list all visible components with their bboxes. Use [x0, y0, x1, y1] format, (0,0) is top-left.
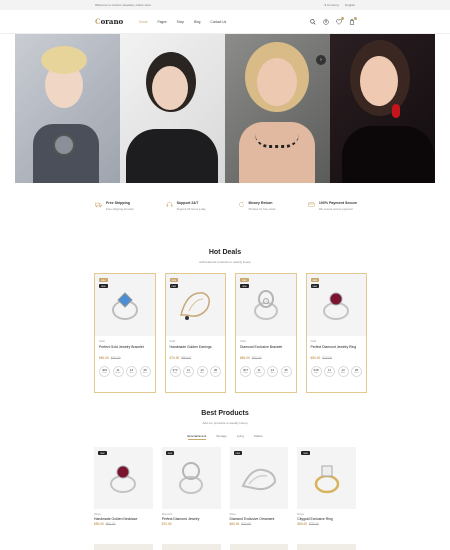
hot-deals-grid: sale new Gold Perfect Gold Jewelry Bracel…: [94, 273, 367, 393]
product-image[interactable]: sale new: [306, 274, 366, 336]
refresh-icon: [238, 201, 244, 207]
product-name[interactable]: Citygold Exclusive Ring: [297, 517, 356, 521]
ring-icon: [179, 462, 204, 494]
tab-lying[interactable]: Lying: [237, 434, 244, 440]
feature-secure: 100% Payment Secure We ensure secure paym…: [308, 201, 357, 211]
hero-banner: [15, 34, 435, 183]
new-badge: new: [310, 284, 320, 289]
currency-selector[interactable]: $ Currency: [324, 3, 339, 7]
product-card[interactable]: new Rings Citygold Exclusive Ring $60.00…: [297, 447, 356, 526]
sale-badge: sale: [169, 278, 179, 283]
nav-pages[interactable]: Pages: [158, 20, 167, 24]
product-name[interactable]: Perfect Diamond Jewelry: [162, 517, 221, 521]
countdown: 338 Days 11 Hours 13 Mins 35 Secs: [310, 365, 362, 377]
hero-model-1: [15, 34, 120, 183]
feature-shipping: Free Shipping Free shipping all order: [95, 201, 134, 211]
hero-next-arrow[interactable]: ›: [316, 55, 326, 65]
tab-entertainment[interactable]: Entertainment: [187, 434, 207, 440]
product-image[interactable]: new: [229, 447, 289, 509]
new-badge: new: [233, 451, 243, 456]
cart-icon[interactable]: [349, 16, 357, 25]
ring-icon: [253, 290, 278, 320]
ruby-ring-icon: [323, 292, 350, 320]
hero-model-3: [225, 34, 330, 183]
deal-card[interactable]: sale new Gold Handmade Golden Earrings $7…: [164, 273, 226, 393]
tab-tables[interactable]: Tables: [254, 434, 263, 440]
earring-icon: [180, 292, 211, 320]
welcome-text: Welcome to Corano Jewellery online store: [95, 3, 152, 7]
best-products-subtitle: Add our products to weekly lineup: [202, 421, 248, 425]
new-badge: new: [240, 284, 249, 289]
nav-shop[interactable]: Shop: [177, 20, 184, 24]
sale-badge: sale: [99, 278, 108, 283]
best-products-title: Best Products: [201, 410, 249, 417]
new-badge: new: [99, 284, 108, 289]
nav-blog[interactable]: Blog: [194, 20, 200, 24]
ruby-ring-icon: [110, 465, 137, 493]
hero-model-4: [330, 34, 435, 183]
wishlist-icon[interactable]: [336, 16, 344, 25]
deal-card[interactable]: sale new Gold Perfect Gold Jewelry Bracel…: [94, 273, 156, 393]
product-image[interactable]: sale new: [165, 274, 225, 336]
product-image[interactable]: sale new: [236, 274, 296, 336]
feature-return: Money Return 30 days for free return: [238, 201, 276, 211]
headset-icon: [166, 201, 172, 207]
new-badge: new: [98, 451, 107, 456]
next-section-preview: [94, 544, 356, 550]
product-image[interactable]: new: [94, 447, 153, 509]
product-card[interactable]: new Rings Handmade Golden Necklace $50.0…: [94, 447, 153, 526]
main-nav: Home Pages Shop Blog Contact Us: [139, 20, 226, 24]
features-row: Free Shipping Free shipping all order Sup…: [95, 201, 357, 211]
product-card[interactable]: new Silver Diamond Exclusive Ornament $6…: [229, 447, 289, 526]
feature-support: Support 24/7 Support 24 hours a day: [166, 201, 206, 211]
ornament-ring-icon: [241, 468, 276, 491]
product-card[interactable]: new Diamond Perfect Diamond Jewelry $70.…: [161, 447, 221, 526]
best-products-grid: new Rings Handmade Golden Necklace $50.0…: [94, 447, 356, 526]
product-name[interactable]: Handmade Golden Necklace: [94, 517, 153, 521]
sale-badge: sale: [240, 278, 249, 283]
bracelet-ring-icon: [111, 292, 138, 320]
gold-ring-icon: [314, 465, 339, 494]
countdown: 409 Days 11 Hours 13 Mins 35 Secs: [99, 365, 151, 377]
countdown: 373 Days 11 Hours 13 Mins 35 Secs: [169, 365, 221, 377]
new-badge: new: [169, 284, 179, 289]
best-products-tabs: Entertainment Storage Lying Tables: [0, 434, 450, 440]
top-bar: Welcome to Corano Jewellery online store…: [0, 0, 450, 10]
nav-contact[interactable]: Contact Us: [210, 20, 226, 24]
main-header: Corano Home Pages Shop Blog Contact Us: [0, 10, 450, 34]
product-name[interactable]: Handmade Golden Earrings: [170, 345, 222, 354]
new-badge: new: [165, 451, 175, 456]
logo[interactable]: Corano: [95, 17, 139, 26]
truck-icon: [95, 202, 102, 208]
product-image[interactable]: new: [161, 447, 221, 509]
product-name[interactable]: Perfect Diamond Jewelry Ring: [311, 345, 363, 354]
search-icon[interactable]: [310, 18, 316, 25]
product-name[interactable]: Perfect Gold Jewelry Bracelet: [99, 345, 151, 354]
language-selector[interactable]: English: [345, 3, 355, 7]
product-image[interactable]: new: [297, 447, 356, 509]
product-image[interactable]: sale new: [95, 274, 155, 336]
hero-model-2: [120, 34, 225, 183]
product-name[interactable]: Diamond Exclusive Ornament: [230, 517, 289, 521]
hot-deals-title: Hot Deals: [208, 249, 242, 256]
deal-card[interactable]: sale new Gold Diamond Exclusive Bracelet …: [235, 273, 297, 393]
deal-card[interactable]: sale new Gold Perfect Diamond Jewelry Rin…: [305, 273, 367, 393]
new-badge: new: [301, 451, 310, 456]
sale-badge: sale: [310, 278, 320, 283]
countdown: 307 Days 11 Hours 13 Mins 35 Secs: [240, 365, 292, 377]
tab-storage[interactable]: Storage: [216, 434, 227, 440]
product-name[interactable]: Diamond Exclusive Bracelet: [240, 345, 292, 354]
credit-card-icon: [308, 202, 315, 207]
nav-home[interactable]: Home: [139, 20, 148, 24]
user-icon[interactable]: [323, 18, 329, 25]
hot-deals-subtitle: Add featured products to weekly lineup: [199, 260, 251, 264]
